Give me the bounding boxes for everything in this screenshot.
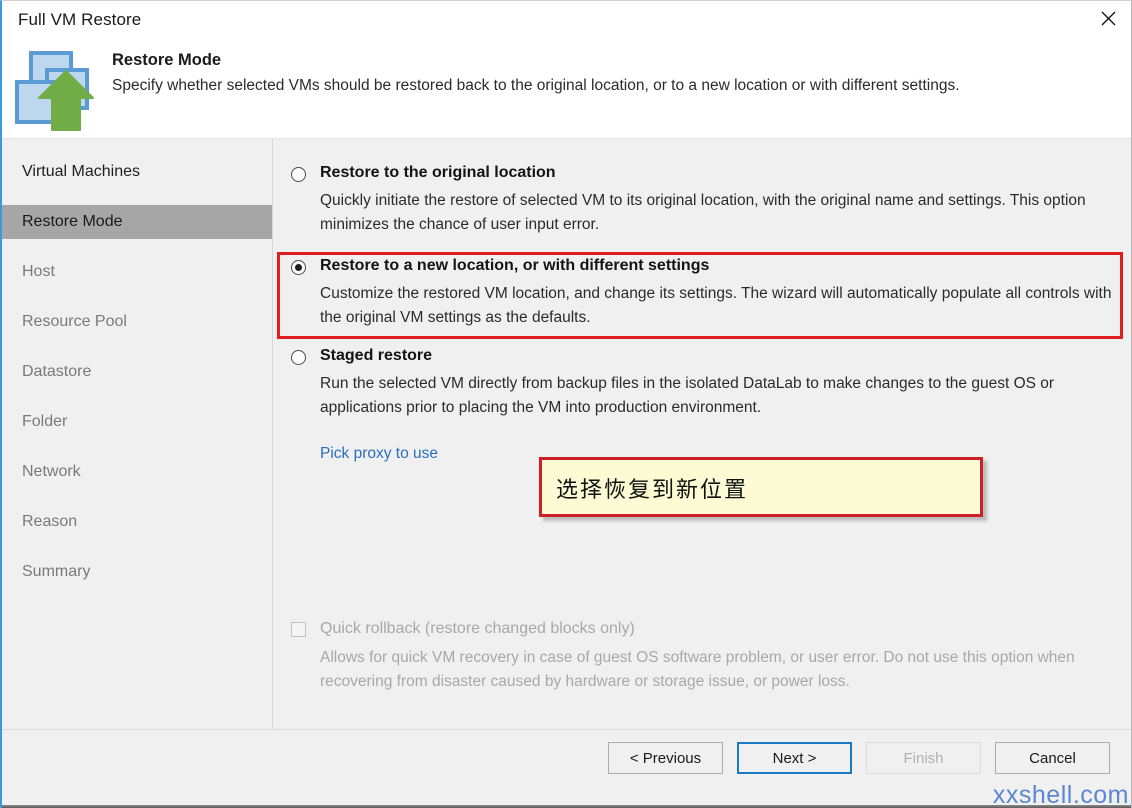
sidebar-item-restore-mode[interactable]: Restore Mode	[2, 205, 272, 239]
previous-button[interactable]: < Previous	[608, 742, 723, 774]
annotation-text: 选择恢复到新位置	[556, 477, 749, 502]
next-button[interactable]: Next >	[737, 742, 852, 774]
full-vm-restore-dialog: Full VM Restore Restore Mode Specify whe…	[0, 0, 1132, 808]
close-icon[interactable]	[1085, 1, 1131, 35]
window-title: Full VM Restore	[18, 10, 142, 29]
sidebar-item-label: Folder	[22, 413, 68, 430]
pick-proxy-link[interactable]: Pick proxy to use	[320, 445, 438, 463]
radio-restore-new-location[interactable]	[291, 260, 306, 275]
sidebar-item-label: Reason	[22, 513, 78, 530]
header-title: Restore Mode	[112, 51, 222, 69]
option-restore-original-description: Quickly initiate the restore of selected…	[320, 192, 1086, 233]
option-staged-restore-title[interactable]: Staged restore	[320, 347, 432, 365]
option-restore-new-location-description: Customize the restored VM location, and …	[320, 285, 1112, 326]
wizard-step-list: Virtual Machines Restore Mode Host Resou…	[2, 139, 273, 730]
sidebar-item-resource-pool[interactable]: Resource Pool	[2, 305, 272, 339]
dialog-footer: < Previous Next > Finish Cancel xxshell.…	[2, 729, 1131, 808]
radio-staged-restore[interactable]	[291, 350, 306, 365]
sidebar-item-network[interactable]: Network	[2, 455, 272, 489]
finish-button: Finish	[866, 742, 981, 774]
annotation-callout: 选择恢复到新位置	[539, 457, 983, 517]
quick-rollback-checkbox	[291, 622, 306, 637]
sidebar-item-datastore[interactable]: Datastore	[2, 355, 272, 389]
cancel-button[interactable]: Cancel	[995, 742, 1110, 774]
header-subtitle: Specify whether selected VMs should be r…	[112, 77, 960, 94]
sidebar-item-label: Virtual Machines	[22, 163, 140, 180]
option-restore-new-location-title[interactable]: Restore to a new location, or with diffe…	[320, 257, 709, 275]
sidebar-item-label: Summary	[22, 563, 91, 580]
sidebar-item-label: Restore Mode	[22, 213, 123, 230]
sidebar-item-folder[interactable]: Folder	[2, 405, 272, 439]
sidebar-item-label: Datastore	[22, 363, 92, 380]
sidebar-item-label: Network	[22, 463, 81, 480]
option-staged-restore-description: Run the selected VM directly from backup…	[320, 375, 1055, 416]
vm-restore-icon	[14, 50, 100, 132]
option-restore-original-title[interactable]: Restore to the original location	[320, 164, 556, 182]
radio-restore-original[interactable]	[291, 167, 306, 182]
sidebar-item-label: Host	[22, 263, 55, 280]
sidebar-item-label: Resource Pool	[22, 313, 127, 330]
restore-mode-options: Restore to the original location Quickly…	[273, 139, 1131, 730]
quick-rollback-description: Allows for quick VM recovery in case of …	[320, 649, 1075, 690]
quick-rollback-label: Quick rollback (restore changed blocks o…	[320, 620, 635, 637]
title-bar: Full VM Restore	[2, 1, 1131, 42]
sidebar-item-summary[interactable]: Summary	[2, 555, 272, 589]
sidebar-item-reason[interactable]: Reason	[2, 505, 272, 539]
sidebar-item-host[interactable]: Host	[2, 255, 272, 289]
sidebar-item-virtual-machines[interactable]: Virtual Machines	[2, 155, 272, 189]
dialog-header: Restore Mode Specify whether selected VM…	[2, 42, 1131, 139]
watermark: xxshell.com	[992, 781, 1129, 808]
